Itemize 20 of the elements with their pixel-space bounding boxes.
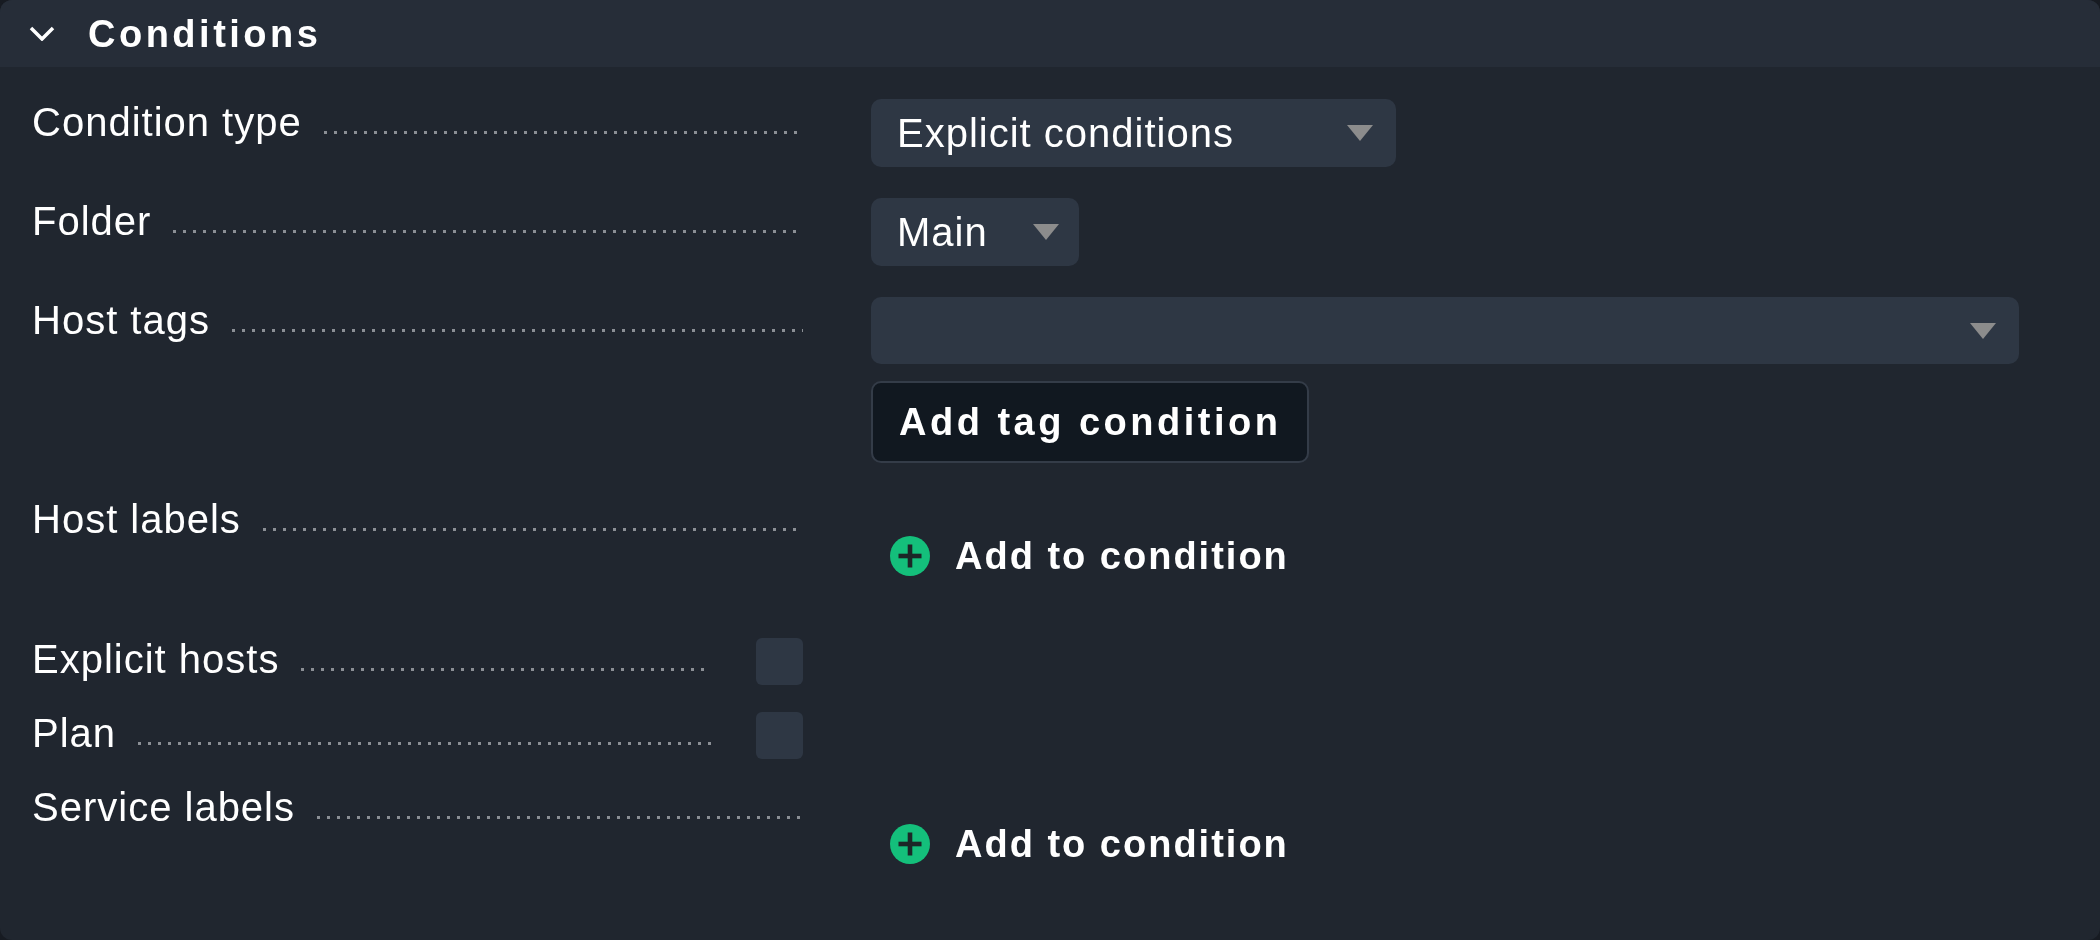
plus-circle-icon bbox=[890, 536, 930, 576]
section-title: Conditions bbox=[88, 11, 322, 56]
field-label: Host labels bbox=[32, 496, 241, 542]
field-label: Plan bbox=[32, 710, 117, 756]
field-label: Service labels bbox=[32, 784, 295, 830]
field-label: Condition type bbox=[32, 99, 302, 145]
add-to-condition-link[interactable]: Add to condition bbox=[890, 821, 1289, 867]
field-label: Explicit hosts bbox=[32, 636, 280, 682]
field-label: Host tags bbox=[32, 297, 210, 343]
select-dropdown[interactable]: Main bbox=[871, 198, 1079, 266]
field-label: Folder bbox=[32, 198, 152, 244]
select-dropdown[interactable] bbox=[871, 297, 2019, 364]
caret-down-icon bbox=[1347, 125, 1373, 141]
caret-down-icon bbox=[1032, 224, 1059, 240]
section-header[interactable]: Conditions bbox=[0, 0, 2100, 67]
add-tag-condition-button[interactable]: Add tag condition bbox=[871, 381, 1310, 463]
plus-circle-icon bbox=[890, 824, 930, 864]
select-dropdown[interactable]: Explicit conditions bbox=[871, 99, 1396, 167]
add-to-condition-link[interactable]: Add to condition bbox=[890, 533, 1289, 579]
caret-down-icon bbox=[1970, 322, 1996, 339]
